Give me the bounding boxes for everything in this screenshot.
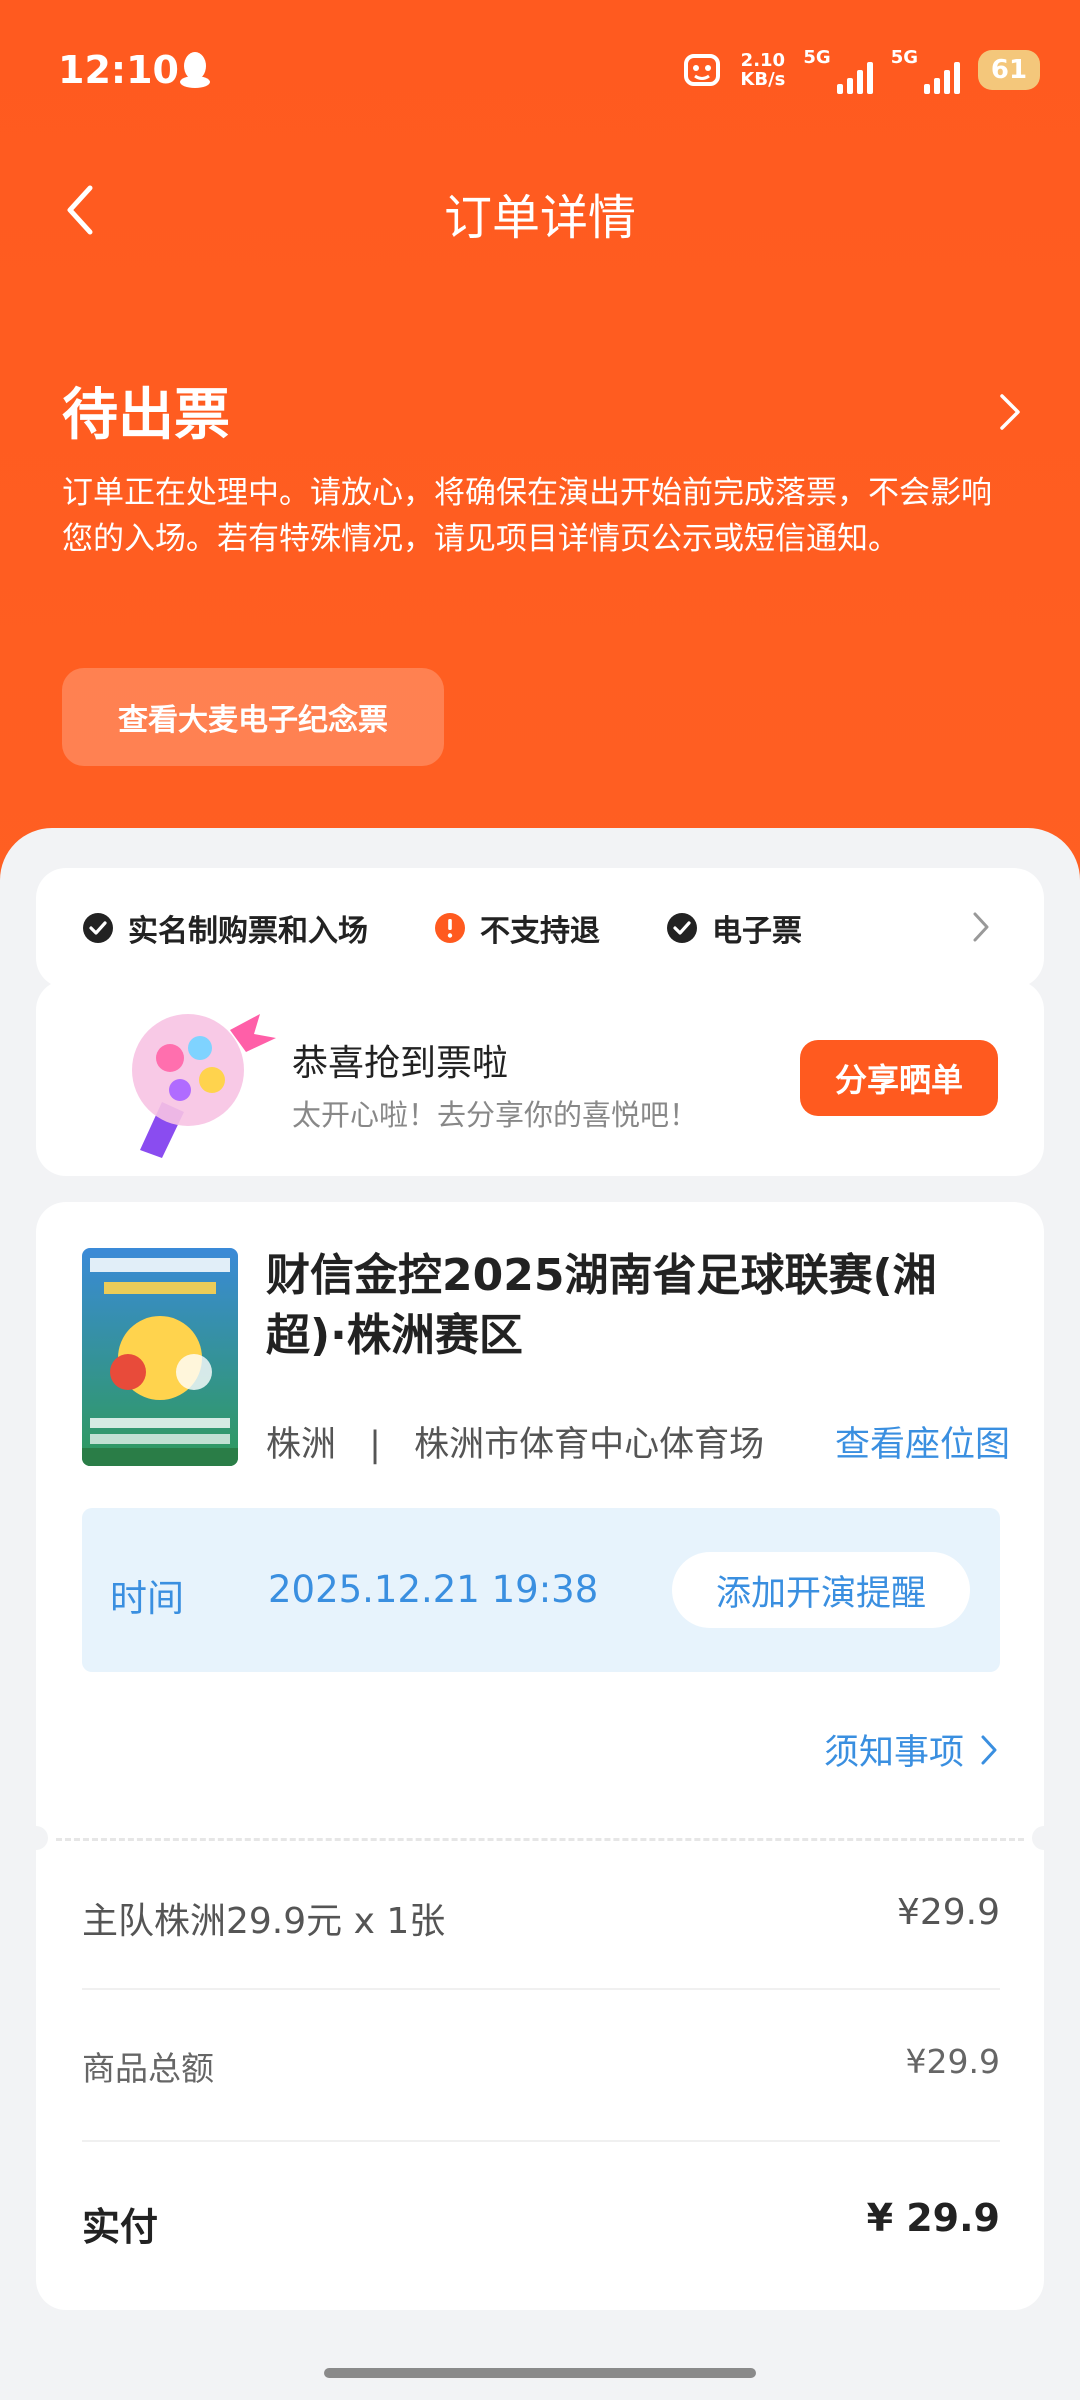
location-separator: | (369, 1425, 381, 1465)
app-notification-icon (684, 54, 721, 86)
network-type-2: 5G (890, 46, 918, 68)
battery-level: 61 (990, 55, 1028, 85)
congrats-card: 恭喜抢到票啦 太开心啦！去分享你的喜悦吧！ 分享晒单 (36, 980, 1044, 1176)
subtotal-price: ¥29.9 (905, 2042, 1000, 2081)
policy-label: 实名制购票和入场 (128, 914, 368, 949)
speed-unit: KB/s (740, 69, 786, 90)
signal-bars-icon (836, 61, 873, 94)
event-time: 2025.12.21 19:38 (268, 1568, 599, 1611)
dashed-divider (56, 1838, 1024, 1841)
congrats-title: 恭喜抢到票啦 (292, 1043, 509, 1084)
qq-icon (180, 52, 210, 88)
share-order-button[interactable]: 分享晒单 (800, 1040, 998, 1116)
notice-label: 须知事项 (823, 1733, 964, 1773)
policy-e-ticket: 电子票 (666, 906, 802, 950)
network-type-1: 5G (803, 46, 831, 68)
network-speed: 2.10 KB/s (740, 51, 785, 89)
status-bar: 12:10 2.10 KB/s 5G 5G 61 (0, 0, 1080, 140)
chevron-right-icon[interactable] (996, 392, 1024, 432)
congrats-subtitle: 太开心啦！去分享你的喜悦吧！ (292, 1098, 699, 1132)
policy-label: 电子票 (712, 914, 802, 949)
time-label: 时间 (110, 1577, 184, 1620)
policy-no-refund: 不支持退 (434, 906, 600, 950)
ticket-notch-left (24, 1826, 48, 1850)
lollipop-gift-icon (132, 1014, 276, 1158)
chevron-right-icon (981, 1735, 997, 1764)
seat-map-link[interactable]: 查看座位图 (835, 1416, 1010, 1467)
policy-label: 不支持退 (480, 914, 600, 949)
paid-label: 实付 (82, 2205, 159, 2249)
order-status[interactable]: 待出票 (62, 370, 230, 451)
page-title: 订单详情 (443, 190, 636, 246)
event-time-box: 时间 2025.12.21 19:38 添加开演提醒 (82, 1508, 1000, 1672)
memorial-ticket-button[interactable]: 查看大麦电子纪念票 (62, 668, 444, 766)
check-circle-icon (667, 913, 697, 943)
subtotal-label: 商品总额 (82, 2049, 214, 2088)
order-content: 实名制购票和入场 不支持退 电子票 恭喜抢到票啦 太开心啦！去分享你的喜悦吧！ … (0, 828, 1080, 2400)
signal-bars-icon (924, 61, 960, 94)
ticket-item-label: 主队株洲29.9元 x 1张 (82, 1901, 446, 1942)
order-status-description: 订单正在处理中。请放心，将确保在演出开始前完成落票，不会影响您的入场。若有特殊情… (62, 475, 992, 557)
event-title[interactable]: 财信金控2025湖南省足球联赛(湘超)·株洲赛区 (266, 1246, 1006, 1366)
ticket-policy-bar[interactable]: 实名制购票和入场 不支持退 电子票 (36, 868, 1044, 988)
battery-icon: 61 (978, 50, 1040, 90)
event-location: 株洲 | 株洲市体育中心体育场 (266, 1416, 764, 1467)
status-time: 12:10 (58, 48, 179, 92)
warning-circle-icon (435, 913, 465, 943)
paid-price: ¥ 29.9 (866, 2196, 1000, 2240)
speed-value: 2.10 (740, 50, 786, 71)
check-circle-icon (83, 913, 113, 943)
event-card: 财信金控2025湖南省足球联赛(湘超)·株洲赛区 株洲 | 株洲市体育中心体育场… (24, 1202, 1056, 2310)
signal-1: 5G (803, 46, 873, 94)
ticket-item-price: ¥29.9 (896, 1892, 1000, 1933)
notice-link[interactable]: 须知事项 (824, 1724, 1000, 1775)
signal-2: 5G (891, 47, 960, 94)
event-venue: 株洲市体育中心体育场 (414, 1425, 765, 1465)
event-poster[interactable] (82, 1248, 238, 1466)
home-indicator[interactable] (324, 2368, 756, 2378)
event-city: 株洲 (266, 1425, 337, 1465)
row-divider (82, 1988, 1000, 1990)
policy-real-name: 实名制购票和入场 (82, 906, 368, 950)
chevron-right-icon[interactable] (970, 910, 992, 944)
add-reminder-button[interactable]: 添加开演提醒 (672, 1552, 970, 1628)
ticket-notch-right (1032, 1826, 1056, 1850)
row-divider (82, 2140, 1000, 2142)
